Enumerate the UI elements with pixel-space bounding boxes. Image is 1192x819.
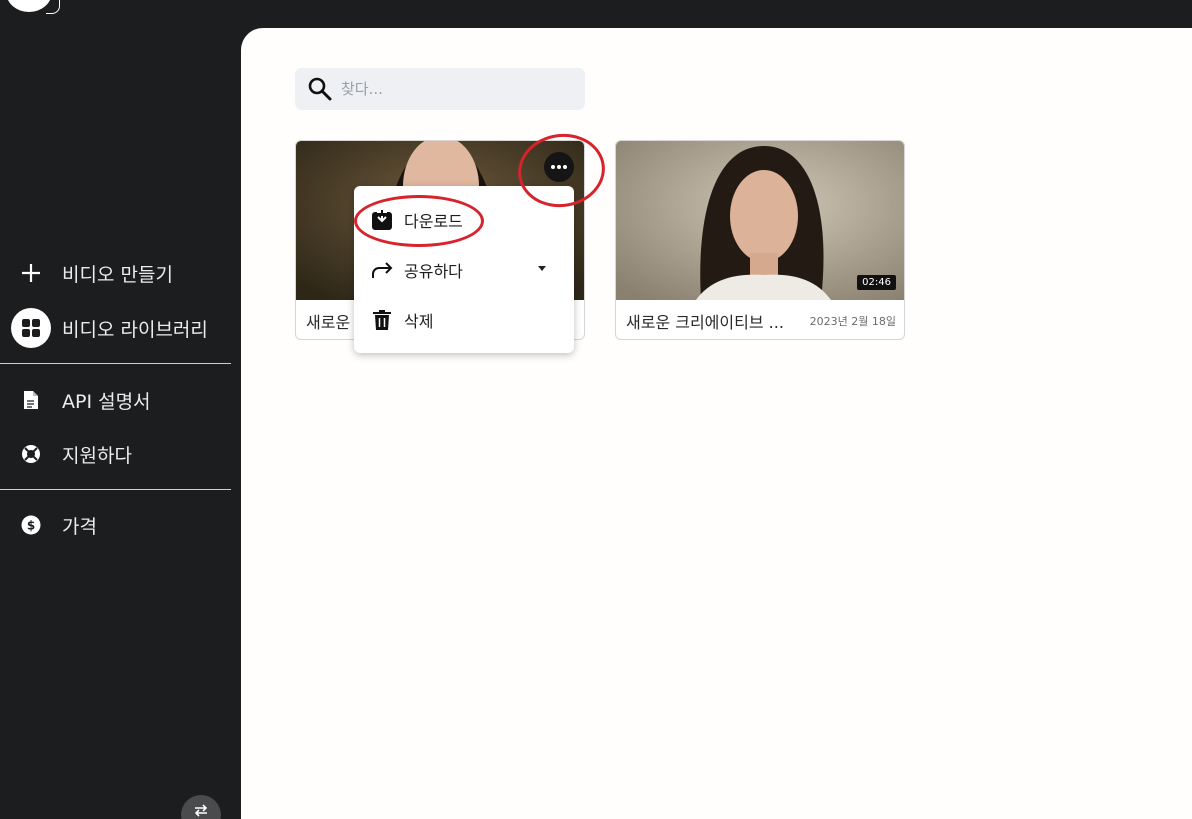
main-content: 새로운 02:46 새로운 크리에이티브 ... 20 <box>241 28 1192 819</box>
sidebar-item-label: API 설명서 <box>62 390 151 413</box>
video-thumbnail[interactable]: 02:46 <box>616 141 904 300</box>
context-menu: 다운로드 공유하다 삭제 <box>354 186 574 353</box>
collapse-sidebar-button[interactable] <box>181 795 221 819</box>
more-options-button[interactable] <box>544 152 574 182</box>
menu-item-label: 삭제 <box>404 312 434 331</box>
dollar-icon: $ <box>11 505 51 545</box>
sidebar-item-label: 가격 <box>62 515 97 538</box>
sidebar-item-label: 비디오 라이브러리 <box>62 318 208 341</box>
video-card[interactable]: 02:46 새로운 크리에이티브 ... 2023년 2월 18일 <box>615 140 905 340</box>
sidebar-item-pricing[interactable]: $ 가격 <box>0 503 241 547</box>
sidebar-item-video-library[interactable]: 비디오 라이브러리 <box>0 306 241 350</box>
plus-icon <box>11 253 51 293</box>
video-duration: 02:46 <box>857 275 896 290</box>
lifebuoy-icon <box>11 434 51 474</box>
search-bar[interactable] <box>295 68 585 110</box>
menu-item-share[interactable]: 공유하다 <box>354 247 574 293</box>
sidebar-item-create-video[interactable]: 비디오 만들기 <box>0 251 241 295</box>
menu-item-download[interactable]: 다운로드 <box>354 197 574 243</box>
logo-tail <box>46 0 60 14</box>
search-input[interactable] <box>341 80 561 98</box>
sidebar-item-label: 비디오 만들기 <box>62 263 173 286</box>
menu-item-delete[interactable]: 삭제 <box>354 297 574 343</box>
document-icon <box>11 380 51 420</box>
svg-text:$: $ <box>27 519 35 533</box>
sidebar-divider <box>0 363 231 364</box>
sidebar: 비디오 만들기 비디오 라이브러리 API 설명서 지원하다 $ 가격 <box>0 0 241 819</box>
menu-item-label: 공유하다 <box>404 262 463 281</box>
sidebar-item-support[interactable]: 지원하다 <box>0 432 241 476</box>
menu-item-label: 다운로드 <box>404 212 463 231</box>
trash-icon <box>370 308 394 332</box>
video-card-footer: 새로운 크리에이티브 ... 2023년 2월 18일 <box>616 300 904 339</box>
search-icon <box>307 76 333 102</box>
sidebar-divider <box>0 489 231 490</box>
video-title: 새로운 크리에이티브 ... <box>626 312 784 332</box>
sidebar-item-label: 지원하다 <box>62 444 132 467</box>
swap-icon <box>194 804 208 817</box>
share-icon <box>370 258 394 282</box>
download-icon <box>370 208 394 232</box>
ellipsis-icon <box>551 165 567 169</box>
sidebar-item-api-docs[interactable]: API 설명서 <box>0 378 241 422</box>
grid-icon <box>11 308 51 348</box>
video-title: 새로운 <box>306 312 351 332</box>
caret-down-icon <box>538 266 546 271</box>
video-date: 2023년 2월 18일 <box>809 314 896 328</box>
